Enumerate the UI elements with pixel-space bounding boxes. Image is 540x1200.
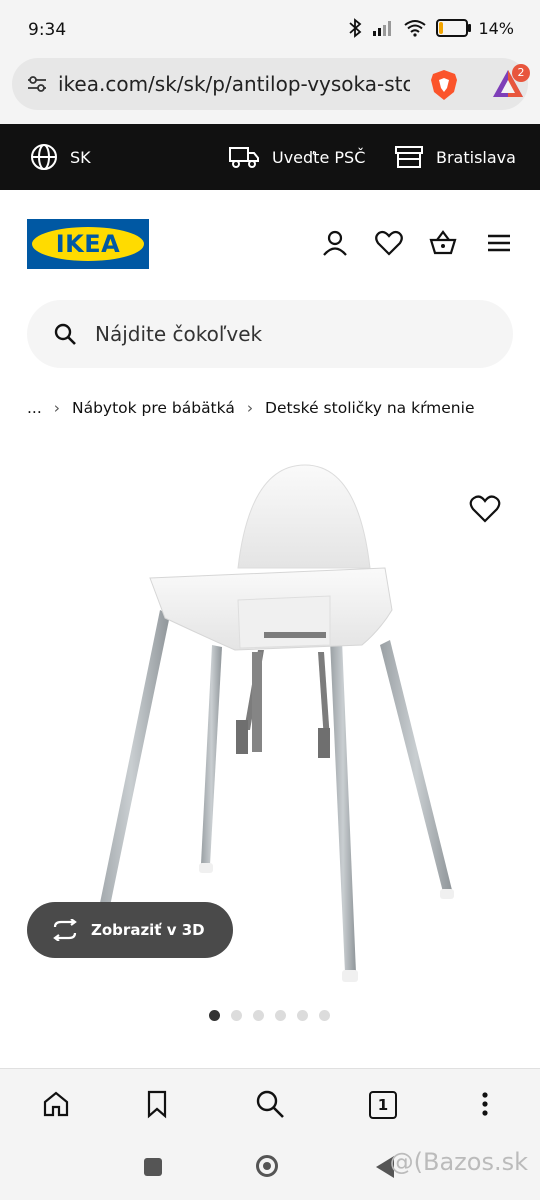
- basket-icon[interactable]: [428, 228, 458, 258]
- gallery-dot[interactable]: [253, 1010, 264, 1021]
- menu-icon[interactable]: [484, 228, 514, 258]
- more-icon[interactable]: [470, 1089, 500, 1119]
- view-in-3d-button[interactable]: Zobraziť v 3D: [27, 902, 233, 958]
- ikea-logo[interactable]: IKEA: [27, 219, 149, 269]
- status-right: 14%: [348, 18, 514, 38]
- truck-icon: [229, 147, 259, 168]
- search-placeholder: Nájdite čokoľvek: [95, 322, 263, 346]
- status-bar: 9:34 14%: [0, 0, 540, 58]
- watermark: @(Bazos.sk: [389, 1148, 528, 1176]
- product-gallery[interactable]: [0, 440, 540, 1050]
- language-selector[interactable]: SK: [30, 124, 91, 190]
- search-icon: [54, 323, 76, 345]
- tabs-button[interactable]: 1: [369, 1091, 397, 1119]
- signal-icon: [373, 21, 392, 36]
- store-selector[interactable]: Bratislava: [394, 124, 516, 190]
- site-header: IKEA: [0, 190, 540, 300]
- browser-toolbar: ikea.com/sk/sk/p/antilop-vysoka-sto 2: [0, 58, 540, 124]
- wifi-icon: [404, 20, 427, 37]
- rewards-badge: 2: [512, 64, 530, 82]
- url-text[interactable]: ikea.com/sk/sk/p/antilop-vysoka-sto: [58, 72, 410, 96]
- rotate-3d-icon: [53, 919, 77, 941]
- search-icon[interactable]: [255, 1089, 285, 1119]
- gallery-dot[interactable]: [209, 1010, 220, 1021]
- store-icon: [395, 146, 423, 168]
- chevron-right-icon: ›: [53, 399, 60, 417]
- bluetooth-icon: [349, 18, 362, 38]
- view-in-3d-label: Zobraziť v 3D: [91, 921, 205, 939]
- browser-bottom-bar: 1: [0, 1068, 540, 1139]
- battery-percent: 14%: [478, 18, 514, 38]
- breadcrumb: ... › Nábytok pre bábätká › Detské stoli…: [27, 396, 474, 420]
- chevron-right-icon: ›: [246, 399, 254, 417]
- gallery-dot[interactable]: [319, 1010, 330, 1021]
- status-time: 9:34: [28, 20, 67, 40]
- gallery-dot[interactable]: [297, 1010, 308, 1021]
- globe-icon: [31, 144, 57, 170]
- bookmark-icon[interactable]: [142, 1089, 172, 1119]
- favorite-icon[interactable]: [468, 492, 502, 526]
- store-label: Bratislava: [436, 147, 516, 167]
- gallery-dot[interactable]: [231, 1010, 242, 1021]
- logo-text: IKEA: [55, 230, 121, 258]
- home-button[interactable]: [256, 1155, 278, 1177]
- breadcrumb-ellipsis[interactable]: ...: [27, 399, 42, 417]
- language-label: SK: [70, 147, 91, 167]
- ikea-top-bar: SK Uveďte PSČ Bratislava: [0, 124, 540, 190]
- recents-button[interactable]: [144, 1158, 162, 1176]
- site-settings-icon[interactable]: [26, 73, 48, 95]
- search-input[interactable]: Nájdite čokoľvek: [27, 300, 513, 368]
- rewards-button[interactable]: 2: [490, 64, 530, 102]
- brave-shield-icon[interactable]: [428, 68, 460, 102]
- delivery-postcode[interactable]: Uveďte PSČ: [228, 124, 365, 190]
- breadcrumb-item-high-chairs[interactable]: Detské stoličky na kŕmenie: [265, 399, 474, 417]
- gallery-pagination[interactable]: [209, 1010, 330, 1021]
- home-icon[interactable]: [41, 1089, 71, 1119]
- heart-icon[interactable]: [374, 228, 404, 258]
- user-icon[interactable]: [320, 228, 350, 258]
- gallery-dot[interactable]: [275, 1010, 286, 1021]
- delivery-label: Uveďte PSČ: [272, 147, 366, 167]
- breadcrumb-item-baby-furniture[interactable]: Nábytok pre bábätká: [72, 399, 235, 417]
- battery-icon: [436, 19, 472, 37]
- product-image-highchair: [89, 464, 454, 982]
